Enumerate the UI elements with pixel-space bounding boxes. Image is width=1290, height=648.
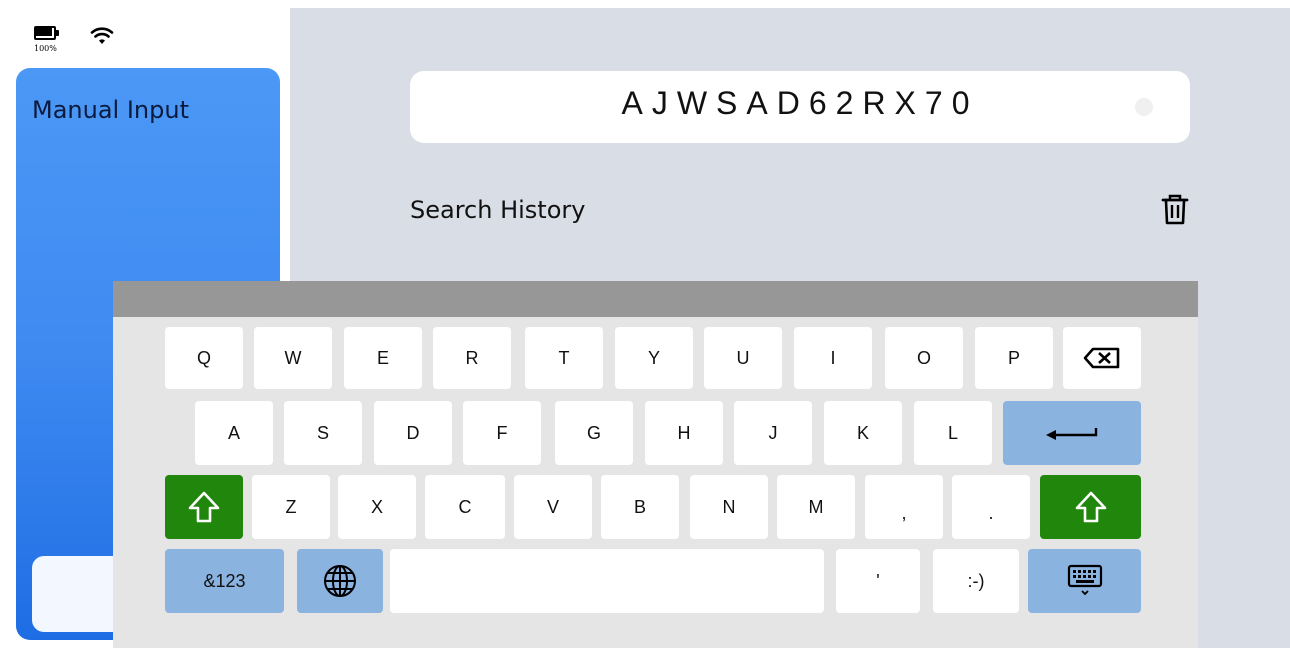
backspace-icon [1083, 347, 1120, 369]
on-screen-keyboard: Q W E R T Y U I O P A S D F G H J K L Z … [113, 281, 1198, 648]
key-k[interactable]: K [824, 401, 902, 465]
globe-icon [324, 565, 356, 597]
key-label: B [633, 496, 646, 517]
key-label: E [376, 347, 389, 368]
enter-button[interactable] [1003, 401, 1141, 465]
shift-left-button[interactable] [165, 475, 243, 539]
key-label: Y [647, 347, 660, 368]
key-label: V [546, 496, 559, 517]
key-v[interactable]: V [514, 475, 592, 539]
key-label: P [1007, 347, 1020, 368]
key-label: A [227, 422, 240, 443]
key-label: U [736, 347, 750, 368]
key-label: J [768, 422, 778, 443]
shift-arrow-icon [1075, 491, 1106, 523]
battery-icon [34, 26, 60, 40]
key-s[interactable]: S [284, 401, 362, 465]
manual-input-title: Manual Input [32, 96, 189, 124]
keyboard-hide-icon [1067, 564, 1102, 596]
key-b[interactable]: B [601, 475, 679, 539]
key-label: M [808, 496, 824, 517]
wifi-icon [90, 27, 114, 44]
key-u[interactable]: U [704, 327, 782, 389]
key-label: O [916, 347, 931, 368]
key-f[interactable]: F [463, 401, 541, 465]
key-x[interactable]: X [338, 475, 416, 539]
key-p[interactable]: P [975, 327, 1053, 389]
key-label: K [856, 422, 869, 443]
key-h[interactable]: H [645, 401, 723, 465]
backspace-button[interactable] [1063, 327, 1141, 389]
key-label: ' [876, 570, 880, 591]
key-label: . [988, 502, 994, 523]
key-comma[interactable]: , [865, 475, 943, 539]
key-a[interactable]: A [195, 401, 273, 465]
enter-icon [1046, 428, 1098, 440]
battery-percent: 100% [34, 44, 57, 53]
shift-arrow-icon [188, 491, 220, 523]
key-m[interactable]: M [777, 475, 855, 539]
key-j[interactable]: J [734, 401, 812, 465]
key-label: L [947, 422, 958, 443]
key-label: W [284, 347, 302, 368]
space-bar[interactable] [390, 549, 824, 613]
key-z[interactable]: Z [252, 475, 330, 539]
key-label: C [458, 496, 472, 517]
key-label: Q [196, 347, 211, 368]
hide-keyboard-button[interactable] [1028, 549, 1141, 613]
key-c[interactable]: C [425, 475, 505, 539]
key-label: :-) [967, 570, 985, 591]
key-l[interactable]: L [914, 401, 992, 465]
key-y[interactable]: Y [615, 327, 693, 389]
key-label: T [558, 347, 570, 368]
clear-icon[interactable] [1134, 97, 1154, 117]
key-apostrophe[interactable]: ' [836, 549, 920, 613]
search-value: AJWSAD62RX70 [621, 85, 979, 121]
key-label: H [677, 422, 691, 443]
symbols-button[interactable]: &123 [165, 549, 284, 613]
key-d[interactable]: D [374, 401, 452, 465]
key-o[interactable]: O [885, 327, 963, 389]
key-label: N [722, 496, 736, 517]
language-button[interactable] [297, 549, 383, 613]
key-label: I [830, 347, 836, 368]
key-label: X [370, 496, 383, 517]
key-r[interactable]: R [433, 327, 511, 389]
trash-icon[interactable] [1160, 194, 1190, 226]
search-history-label: Search History [410, 196, 586, 224]
key-smiley[interactable]: :-) [933, 549, 1019, 613]
key-q[interactable]: Q [165, 327, 243, 389]
keyboard-top-bar [113, 281, 1198, 317]
key-label: D [406, 422, 420, 443]
key-w[interactable]: W [254, 327, 332, 389]
key-n[interactable]: N [690, 475, 768, 539]
key-period[interactable]: . [952, 475, 1030, 539]
key-i[interactable]: I [794, 327, 872, 389]
status-bar: 100% [26, 22, 146, 62]
key-label: R [465, 347, 479, 368]
key-label: S [316, 422, 329, 443]
key-label: F [496, 422, 508, 443]
key-e[interactable]: E [344, 327, 422, 389]
key-label: &123 [203, 570, 246, 591]
shift-right-button[interactable] [1040, 475, 1141, 539]
key-label: Z [285, 496, 297, 517]
key-label: , [901, 502, 907, 523]
key-label: G [586, 422, 601, 443]
key-g[interactable]: G [555, 401, 633, 465]
key-t[interactable]: T [525, 327, 603, 389]
search-input[interactable]: AJWSAD62RX70 [410, 71, 1190, 143]
